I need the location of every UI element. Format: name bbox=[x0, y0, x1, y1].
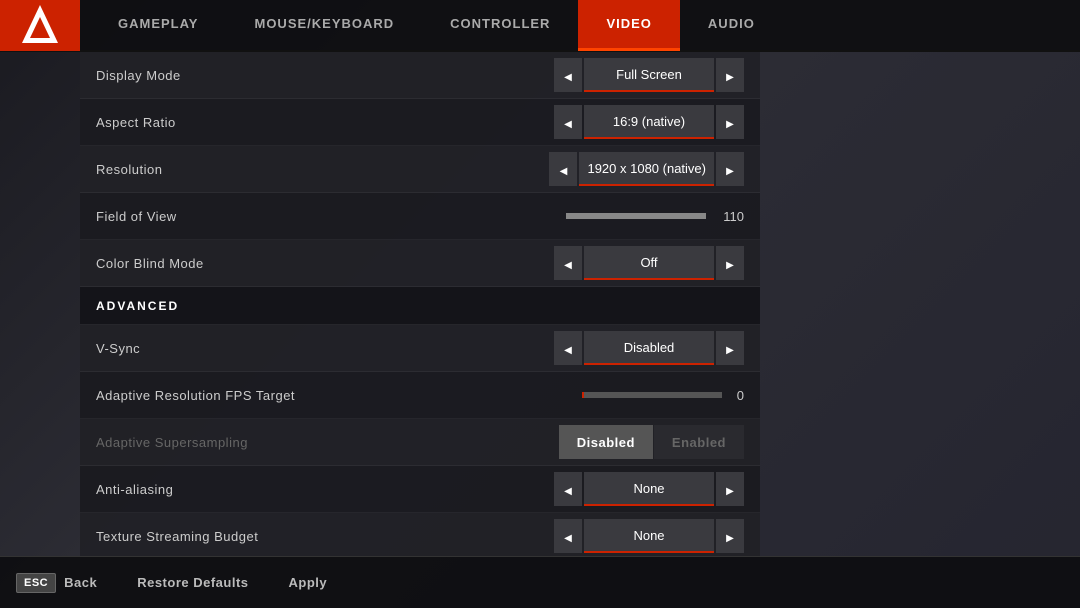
adaptive-res-value: 0 bbox=[726, 388, 744, 403]
apex-logo-icon bbox=[20, 3, 60, 47]
vsync-row: V-Sync Disabled bbox=[80, 325, 760, 372]
display-mode-next-button[interactable] bbox=[716, 58, 744, 92]
texture-streaming-next-button[interactable] bbox=[716, 519, 744, 553]
tab-audio[interactable]: AUDIO bbox=[680, 0, 783, 51]
restore-defaults-action[interactable]: Restore Defaults bbox=[137, 575, 248, 590]
aspect-ratio-next-button[interactable] bbox=[716, 105, 744, 139]
right-side-area bbox=[760, 52, 1080, 556]
adaptive-res-row: Adaptive Resolution FPS Target 0 bbox=[80, 372, 760, 419]
apply-action[interactable]: Apply bbox=[289, 575, 328, 590]
fov-row: Field of View 110 bbox=[80, 193, 760, 240]
aspect-ratio-prev-button[interactable] bbox=[554, 105, 582, 139]
color-blind-row: Color Blind Mode Off bbox=[80, 240, 760, 287]
texture-streaming-control: None bbox=[554, 519, 744, 553]
vsync-next-button[interactable] bbox=[716, 331, 744, 365]
chevron-right-icon bbox=[726, 340, 734, 356]
chevron-left-icon bbox=[560, 161, 568, 177]
fov-value: 110 bbox=[714, 209, 744, 224]
tab-mouse-keyboard[interactable]: MOUSE/KEYBOARD bbox=[226, 0, 422, 51]
tab-video[interactable]: VIDEO bbox=[578, 0, 679, 51]
aspect-ratio-value: 16:9 (native) bbox=[584, 105, 714, 139]
restore-defaults-label: Restore Defaults bbox=[137, 575, 248, 590]
resolution-row: Resolution 1920 x 1080 (native) bbox=[80, 146, 760, 193]
chevron-left-icon bbox=[564, 481, 572, 497]
adaptive-res-label: Adaptive Resolution FPS Target bbox=[96, 388, 420, 403]
anti-aliasing-row: Anti-aliasing None bbox=[80, 466, 760, 513]
color-blind-next-button[interactable] bbox=[716, 246, 744, 280]
adaptive-supersampling-disabled-button[interactable]: Disabled bbox=[559, 425, 653, 459]
texture-streaming-label: Texture Streaming Budget bbox=[96, 529, 554, 544]
fov-slider-control: 110 bbox=[566, 209, 744, 224]
adaptive-supersampling-label: Adaptive Supersampling bbox=[96, 435, 559, 450]
aspect-ratio-label: Aspect Ratio bbox=[96, 115, 554, 130]
fov-slider-track[interactable] bbox=[566, 213, 706, 219]
display-mode-row: Display Mode Full Screen bbox=[80, 52, 760, 99]
anti-aliasing-control: None bbox=[554, 472, 744, 506]
texture-streaming-prev-button[interactable] bbox=[554, 519, 582, 553]
resolution-next-button[interactable] bbox=[716, 152, 744, 186]
tab-gameplay[interactable]: GAMEPLAY bbox=[90, 0, 226, 51]
chevron-left-icon bbox=[564, 340, 572, 356]
anti-aliasing-prev-button[interactable] bbox=[554, 472, 582, 506]
vsync-label: V-Sync bbox=[96, 341, 554, 356]
display-mode-value: Full Screen bbox=[584, 58, 714, 92]
chevron-right-icon bbox=[726, 528, 734, 544]
adaptive-supersampling-row: Adaptive Supersampling Disabled Enabled bbox=[80, 419, 760, 466]
fov-slider-fill bbox=[566, 213, 706, 219]
chevron-left-icon bbox=[564, 114, 572, 130]
adaptive-supersampling-toggle: Disabled Enabled bbox=[559, 425, 744, 459]
texture-streaming-value: None bbox=[584, 519, 714, 553]
color-blind-label: Color Blind Mode bbox=[96, 256, 554, 271]
chevron-left-icon bbox=[564, 67, 572, 83]
display-mode-control: Full Screen bbox=[554, 58, 744, 92]
adaptive-res-control: 0 bbox=[420, 388, 744, 403]
nav-tabs: GAMEPLAY MOUSE/KEYBOARD CONTROLLER VIDEO… bbox=[90, 0, 783, 50]
vsync-prev-button[interactable] bbox=[554, 331, 582, 365]
back-action[interactable]: ESC Back bbox=[16, 573, 97, 593]
back-label: Back bbox=[64, 575, 97, 590]
esc-key-badge: ESC bbox=[16, 573, 56, 593]
aspect-ratio-control: 16:9 (native) bbox=[554, 105, 744, 139]
display-mode-prev-button[interactable] bbox=[554, 58, 582, 92]
anti-aliasing-value: None bbox=[584, 472, 714, 506]
advanced-section-header: ADVANCED bbox=[80, 287, 760, 325]
chevron-left-icon bbox=[564, 528, 572, 544]
settings-panel: Display Mode Full Screen Aspect Ratio 16… bbox=[80, 52, 760, 556]
vsync-value: Disabled bbox=[584, 331, 714, 365]
display-mode-label: Display Mode bbox=[96, 68, 554, 83]
adaptive-res-slider-fill bbox=[582, 392, 584, 398]
bottom-bar: ESC Back Restore Defaults Apply bbox=[0, 556, 1080, 608]
vsync-control: Disabled bbox=[554, 331, 744, 365]
aspect-ratio-row: Aspect Ratio 16:9 (native) bbox=[80, 99, 760, 146]
anti-aliasing-next-button[interactable] bbox=[716, 472, 744, 506]
main-content: Display Mode Full Screen Aspect Ratio 16… bbox=[80, 52, 1080, 556]
chevron-right-icon bbox=[726, 114, 734, 130]
resolution-value: 1920 x 1080 (native) bbox=[579, 152, 714, 186]
chevron-right-icon bbox=[726, 161, 734, 177]
color-blind-prev-button[interactable] bbox=[554, 246, 582, 280]
top-navigation-bar: GAMEPLAY MOUSE/KEYBOARD CONTROLLER VIDEO… bbox=[0, 0, 1080, 52]
tab-controller[interactable]: CONTROLLER bbox=[422, 0, 578, 51]
advanced-section-label: ADVANCED bbox=[96, 299, 179, 313]
chevron-left-icon bbox=[564, 255, 572, 271]
chevron-right-icon bbox=[726, 481, 734, 497]
adaptive-res-slider-track[interactable] bbox=[582, 392, 722, 398]
resolution-label: Resolution bbox=[96, 162, 549, 177]
adaptive-supersampling-enabled-button[interactable]: Enabled bbox=[654, 425, 744, 459]
anti-aliasing-label: Anti-aliasing bbox=[96, 482, 554, 497]
apex-logo bbox=[0, 0, 80, 51]
chevron-right-icon bbox=[726, 67, 734, 83]
color-blind-control: Off bbox=[554, 246, 744, 280]
apply-label: Apply bbox=[289, 575, 328, 590]
texture-streaming-row: Texture Streaming Budget None bbox=[80, 513, 760, 556]
color-blind-value: Off bbox=[584, 246, 714, 280]
resolution-prev-button[interactable] bbox=[549, 152, 577, 186]
fov-label: Field of View bbox=[96, 209, 566, 224]
chevron-right-icon bbox=[726, 255, 734, 271]
resolution-control: 1920 x 1080 (native) bbox=[549, 152, 744, 186]
